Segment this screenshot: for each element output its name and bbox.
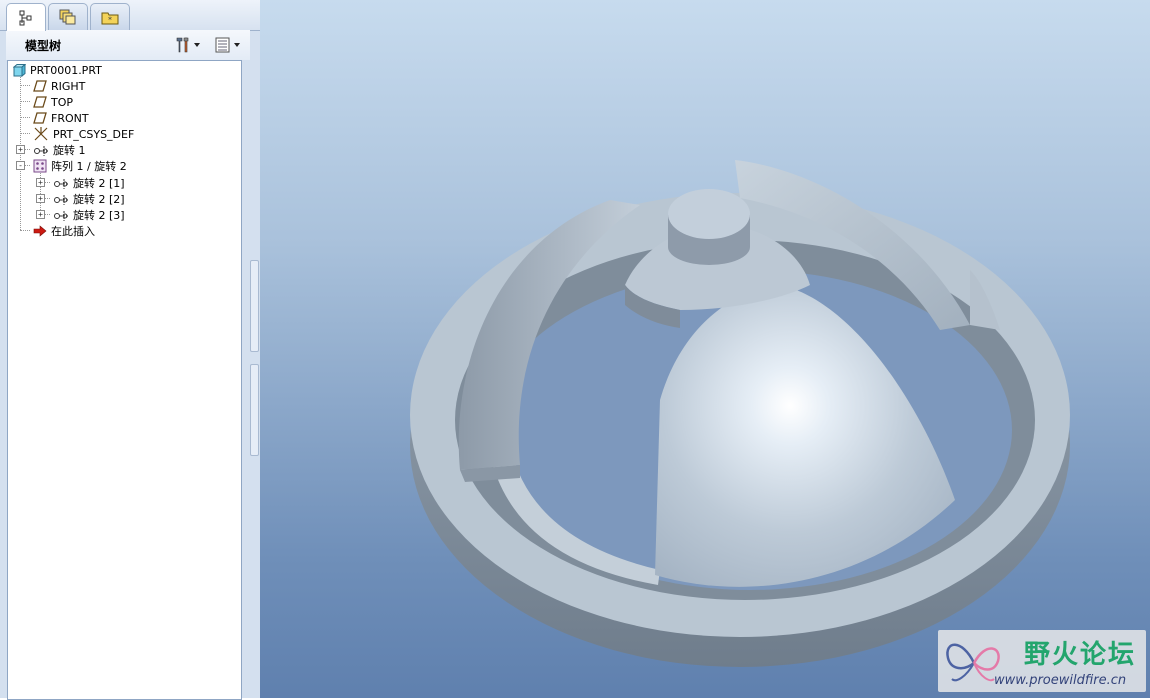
panel-splitter[interactable] [250, 260, 259, 460]
tree-item-pattern-1[interactable]: 阵列 1 / 旋转 2 [33, 158, 127, 174]
tree-item-label: TOP [51, 95, 74, 109]
tree-item-label: 旋转 1 [53, 144, 86, 157]
datum-plane-icon [33, 96, 47, 108]
settings-icon [176, 37, 189, 53]
insert-here-arrow-icon [33, 225, 47, 237]
expand-toggle-icon[interactable]: + [36, 178, 45, 187]
tree-item-revolve-2-1[interactable]: 旋转 2 [1] [53, 175, 125, 191]
tree-item-root[interactable]: PRT0001.PRT [13, 62, 102, 78]
tab-layer-tree[interactable] [48, 3, 88, 30]
tree-item-label: 旋转 2 [3] [73, 209, 125, 222]
watermark-url: www.proewildfire.cn [994, 673, 1127, 688]
revolve-icon [54, 211, 68, 221]
chevron-down-icon [194, 43, 200, 47]
chevron-down-icon [234, 43, 240, 47]
graphics-viewport[interactable]: 野火论坛 www.proewildfire.cn [260, 0, 1150, 698]
svg-text:*: * [108, 15, 112, 24]
tree-item-label: 在此插入 [51, 225, 95, 238]
splitter-grip[interactable] [250, 364, 259, 456]
tree-item-revolve-2-2[interactable]: 旋转 2 [2] [53, 191, 125, 207]
tree-show-button[interactable] [210, 34, 244, 56]
revolve-icon [54, 195, 68, 205]
forum-watermark: 野火论坛 www.proewildfire.cn [938, 630, 1146, 692]
watermark-title: 野火论坛 [1024, 640, 1137, 670]
tab-folder-browser[interactable]: * [90, 3, 130, 30]
tree-item-revolve-2-3[interactable]: 旋转 2 [3] [53, 207, 125, 223]
tree-item-label: 旋转 2 [1] [73, 177, 125, 190]
part-icon [13, 63, 26, 77]
expand-toggle-icon[interactable]: + [16, 145, 25, 154]
navigator-tabbar: * [0, 0, 260, 31]
tree-item-front[interactable]: FRONT [33, 110, 89, 126]
tree-item-csys[interactable]: PRT_CSYS_DEF [33, 126, 134, 142]
model-tree-header: 模型树 [6, 30, 250, 60]
tree-item-top[interactable]: TOP [33, 94, 73, 110]
part-model-3d [410, 160, 1070, 667]
datum-plane-icon [33, 80, 47, 92]
revolve-icon [34, 146, 48, 156]
panel-title: 模型树 [25, 39, 62, 53]
splitter-grip[interactable] [250, 260, 259, 352]
pattern-icon [33, 159, 47, 173]
tree-item-right[interactable]: RIGHT [33, 78, 85, 94]
collapse-toggle-icon[interactable]: - [16, 161, 25, 170]
tree-item-label: 阵列 1 / 旋转 2 [51, 160, 127, 173]
model-tree: + - + + + PRT0001.PRT RIGHT TOP FRONT PR… [7, 60, 242, 700]
coordinate-system-icon [34, 127, 48, 141]
tree-item-label: FRONT [51, 111, 89, 125]
folder-icon: * [101, 12, 119, 24]
tree-settings-button[interactable] [170, 34, 204, 56]
navigator-panel: * 模型树 + - + + + PRT0001.PRT RIGHT TOP FR… [0, 0, 260, 700]
tree-item-revolve-1[interactable]: 旋转 1 [33, 142, 86, 158]
tree-item-label: PRT0001.PRT [30, 63, 102, 77]
revolve-icon [54, 179, 68, 189]
show-icon [215, 37, 230, 53]
layers-icon [59, 9, 76, 25]
expand-toggle-icon[interactable]: + [36, 194, 45, 203]
expand-toggle-icon[interactable]: + [36, 210, 45, 219]
tree-item-label: RIGHT [51, 79, 86, 93]
model-tree-icon [19, 10, 32, 25]
tree-item-label: PRT_CSYS_DEF [53, 127, 135, 141]
tab-model-tree[interactable] [6, 3, 46, 31]
tree-item-insert-here[interactable]: 在此插入 [33, 223, 95, 239]
tree-item-label: 旋转 2 [2] [73, 193, 125, 206]
datum-plane-icon [33, 112, 47, 124]
